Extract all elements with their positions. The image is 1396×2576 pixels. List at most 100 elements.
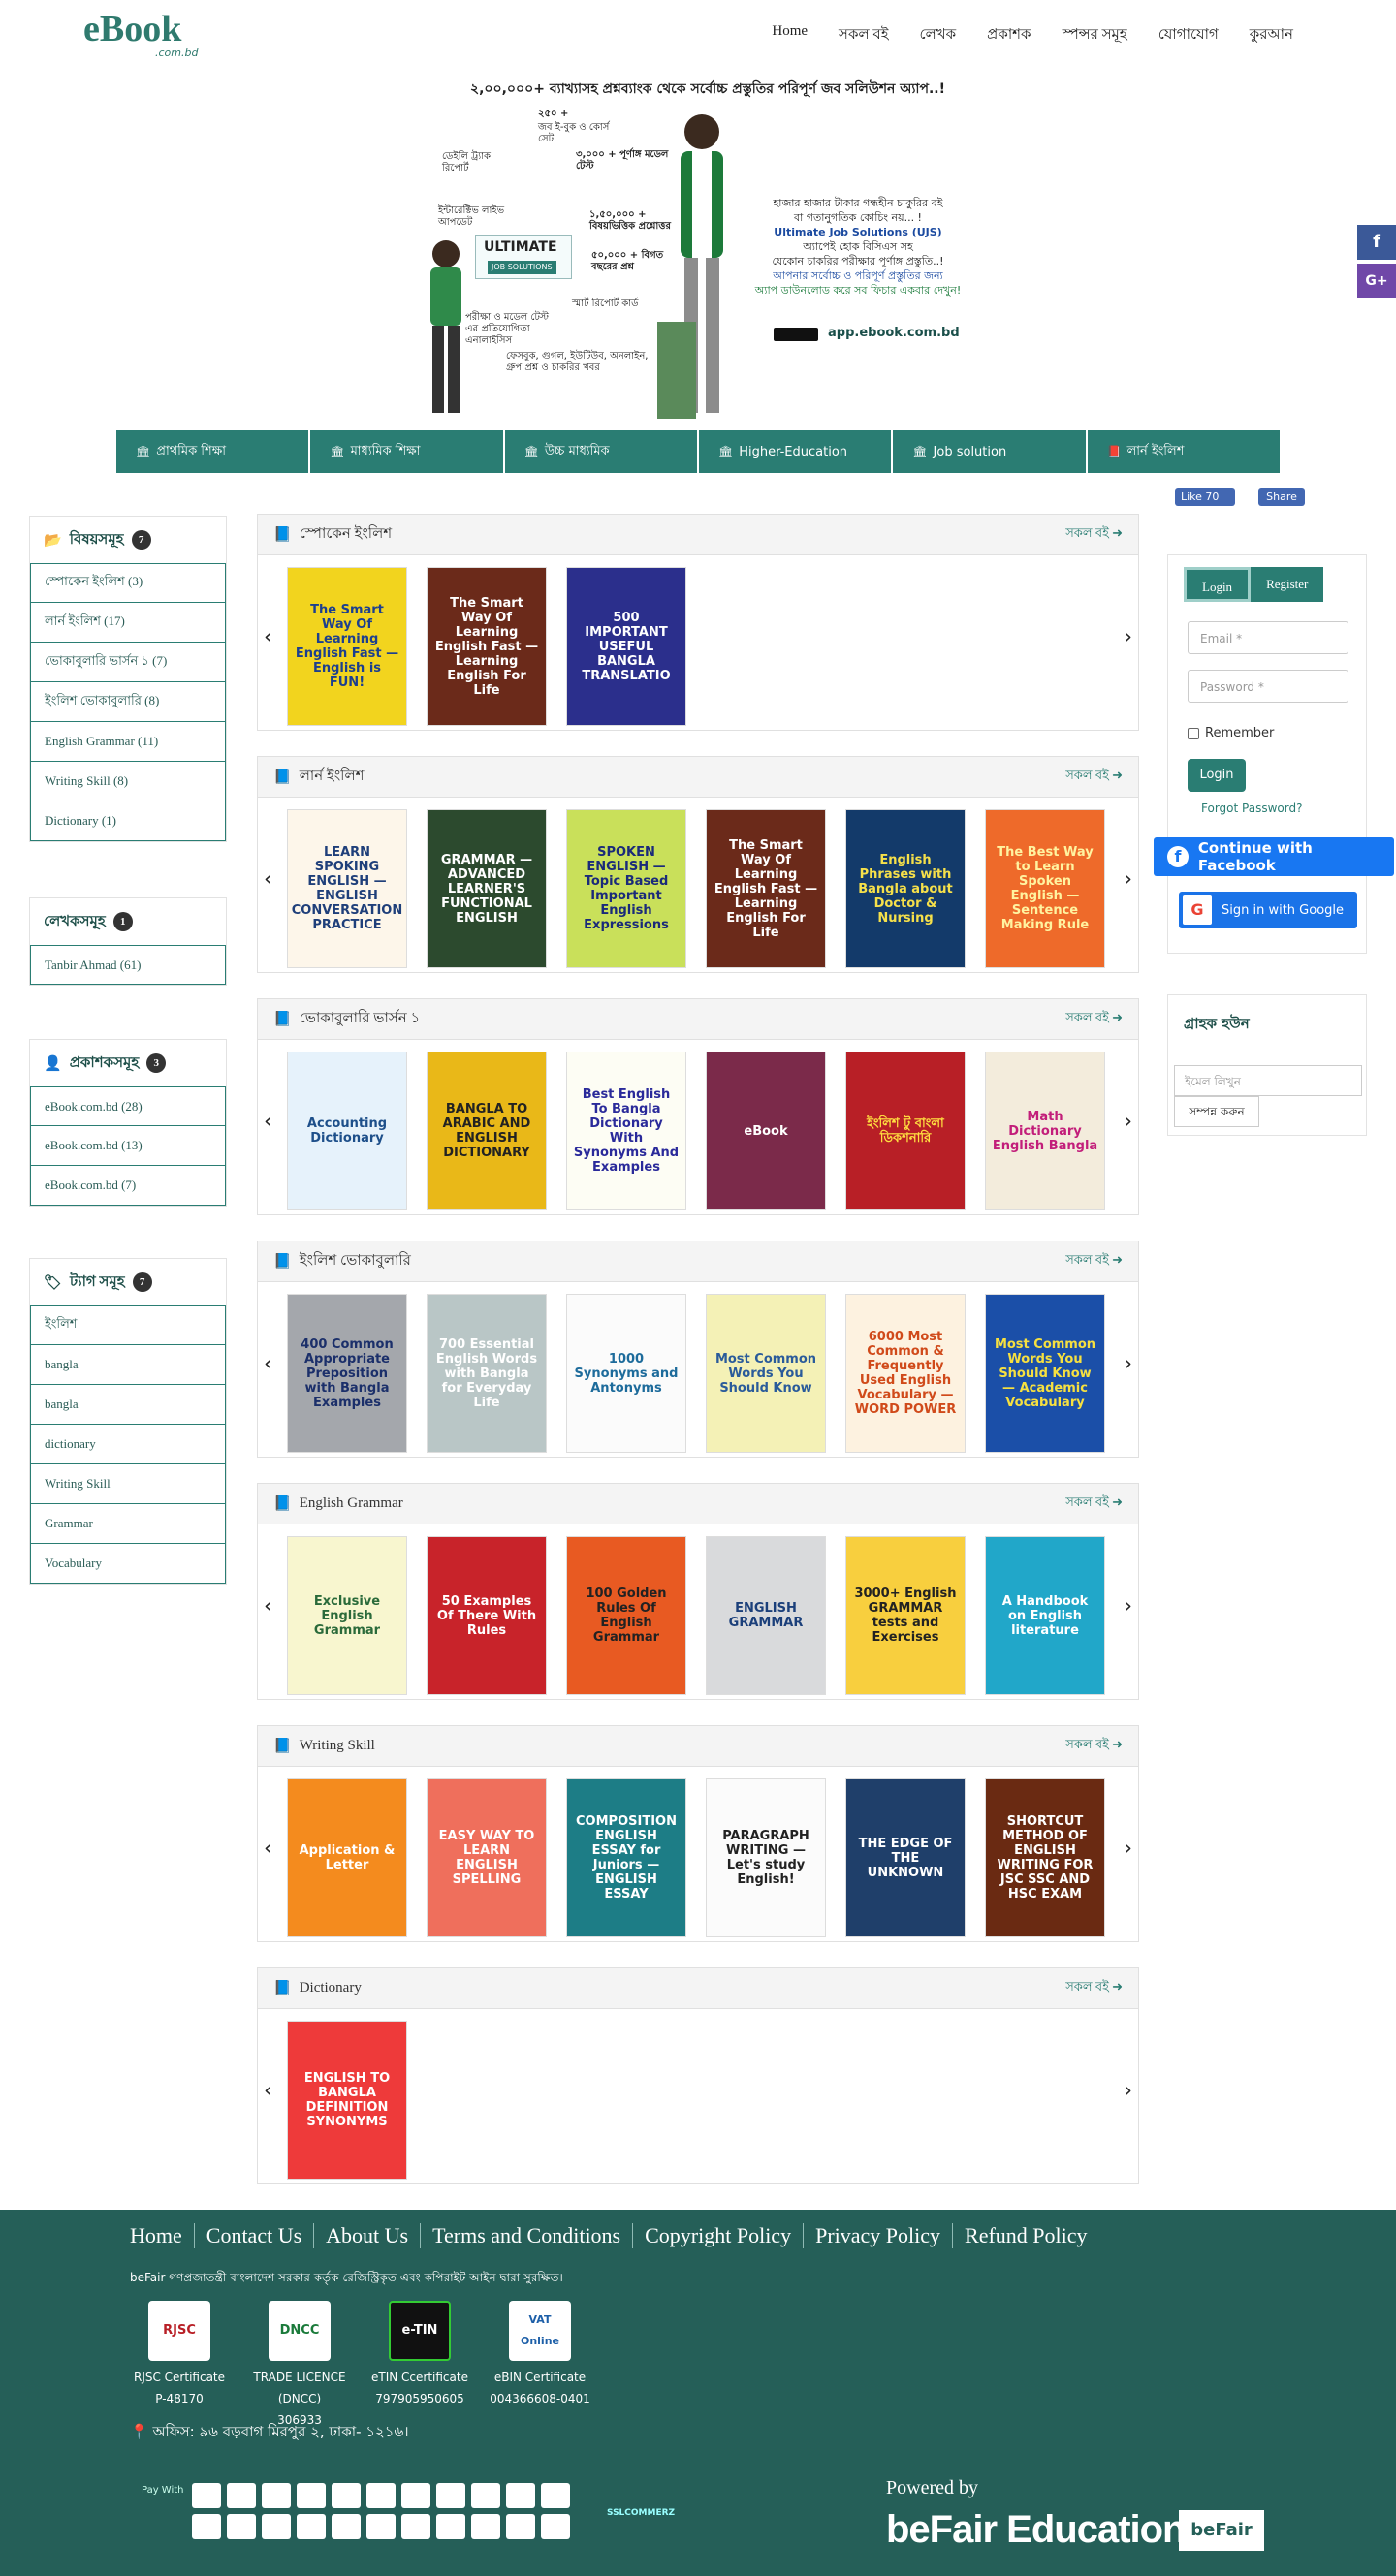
book-cover[interactable]: Math Dictionary English Bangla: [985, 1052, 1105, 1210]
category-learn-english[interactable]: 📕 লার্ন ইংলিশ: [1087, 430, 1280, 473]
tag-item[interactable]: Writing Skill: [30, 1464, 226, 1504]
book-cover[interactable]: SHORTCUT METHOD OF ENGLISH WRITING FOR J…: [985, 1778, 1105, 1937]
book-cover[interactable]: GRAMMAR — ADVANCED LEARNER'S FUNCTIONAL …: [427, 809, 547, 968]
side-googleplus-button[interactable]: G+: [1357, 264, 1396, 298]
book-cover[interactable]: The Best Way to Learn Spoken English — S…: [985, 809, 1105, 968]
category-secondary[interactable]: 🏛 মাধ্যমিক শিক্ষা: [310, 430, 503, 473]
google-signin-button[interactable]: G Sign in with Google: [1179, 892, 1357, 928]
subject-item[interactable]: Dictionary (1): [30, 801, 226, 841]
certificate[interactable]: e-TIN eTIN Ccertificate 797905950605: [366, 2301, 473, 2431]
google-play-badge[interactable]: [774, 328, 818, 341]
view-all-link[interactable]: সকল বই ➜: [1065, 1736, 1123, 1756]
tag-item[interactable]: ইংলিশ: [30, 1305, 226, 1345]
book-cover[interactable]: 1000 Synonyms and Antonyms: [566, 1294, 686, 1453]
footer-link-privacy[interactable]: Privacy Policy: [803, 2223, 952, 2248]
book-cover[interactable]: Application & Letter: [287, 1778, 407, 1937]
book-cover[interactable]: Most Common Words You Should Know: [706, 1294, 826, 1453]
carousel-next-icon[interactable]: ›: [1124, 1110, 1132, 1134]
book-cover[interactable]: English Phrases with Bangla about Doctor…: [845, 809, 966, 968]
footer-link-refund[interactable]: Refund Policy: [952, 2223, 1099, 2248]
carousel-prev-icon[interactable]: ‹: [264, 1352, 272, 1376]
book-cover[interactable]: COMPOSITION ENGLISH ESSAY for Juniors — …: [566, 1778, 686, 1937]
nav-quran[interactable]: কুরআন: [1234, 19, 1309, 51]
site-logo[interactable]: eBook .com.bd: [83, 10, 219, 59]
befair-brand[interactable]: beFair Education: [886, 2508, 1186, 2552]
footer-link-terms[interactable]: Terms and Conditions: [420, 2223, 632, 2248]
facebook-login-button[interactable]: f Continue with Facebook: [1154, 837, 1394, 876]
view-all-link[interactable]: সকল বই ➜: [1065, 1493, 1123, 1514]
subject-item[interactable]: Writing Skill (8): [30, 762, 226, 801]
book-cover[interactable]: 500 IMPORTANT USEFUL BANGLA TRANSLATIO: [566, 567, 686, 726]
facebook-share-button[interactable]: Share: [1258, 488, 1305, 506]
book-cover[interactable]: THE EDGE OF THE UNKNOWN: [845, 1778, 966, 1937]
book-cover[interactable]: The Smart Way Of Learning English Fast —…: [706, 809, 826, 968]
nav-all-books[interactable]: সকল বই: [823, 19, 904, 51]
side-facebook-button[interactable]: f: [1357, 225, 1396, 260]
category-job-solution[interactable]: 🏛 Job solution: [893, 430, 1086, 473]
tag-item[interactable]: Grammar: [30, 1504, 226, 1544]
book-cover[interactable]: Most Common Words You Should Know — Acad…: [985, 1294, 1105, 1453]
book-cover[interactable]: 400 Common Appropriate Preposition with …: [287, 1294, 407, 1453]
tag-item[interactable]: dictionary: [30, 1425, 226, 1464]
book-cover[interactable]: 100 Golden Rules Of English Grammar: [566, 1536, 686, 1695]
book-cover[interactable]: Best English To Bangla Dictionary With S…: [566, 1052, 686, 1210]
carousel-prev-icon[interactable]: ‹: [264, 2079, 272, 2103]
password-field[interactable]: Password *: [1188, 670, 1348, 703]
subscribe-button[interactable]: সম্পন্ন করুন: [1174, 1096, 1259, 1127]
email-field[interactable]: Email *: [1188, 621, 1348, 654]
carousel-next-icon[interactable]: ›: [1124, 2079, 1132, 2103]
footer-link-home[interactable]: Home: [126, 2223, 194, 2248]
carousel-next-icon[interactable]: ›: [1124, 1594, 1132, 1618]
certificate[interactable]: DNCC TRADE LICENCE (DNCC) 306933: [246, 2301, 353, 2431]
book-cover[interactable]: LEARN SPOKING ENGLISH — ENGLISH CONVERSA…: [287, 809, 407, 968]
book-cover[interactable]: Accounting Dictionary: [287, 1052, 407, 1210]
book-cover[interactable]: SPOKEN ENGLISH — Topic Based Important E…: [566, 809, 686, 968]
category-primary[interactable]: 🏛 প্রাথমিক শিক্ষা: [116, 430, 309, 473]
nav-authors[interactable]: লেখক: [904, 19, 972, 51]
nav-publishers[interactable]: প্রকাশক: [971, 19, 1046, 51]
carousel-prev-icon[interactable]: ‹: [264, 1594, 272, 1618]
book-cover[interactable]: 3000+ English GRAMMAR tests and Exercise…: [845, 1536, 966, 1695]
tab-login[interactable]: Login: [1184, 567, 1252, 602]
book-cover[interactable]: 50 Examples Of There With Rules: [427, 1536, 547, 1695]
book-cover[interactable]: 700 Essential English Words with Bangla …: [427, 1294, 547, 1453]
view-all-link[interactable]: সকল বই ➜: [1065, 1251, 1123, 1272]
certificate[interactable]: RJSC RJSC Certificate P-48170: [126, 2301, 233, 2431]
author-item[interactable]: Tanbir Ahmad (61): [30, 945, 226, 985]
checkbox-icon[interactable]: [1188, 727, 1199, 739]
carousel-prev-icon[interactable]: ‹: [264, 625, 272, 649]
subject-item[interactable]: English Grammar (11): [30, 722, 226, 762]
facebook-like-button[interactable]: Like 70: [1175, 488, 1235, 506]
book-cover[interactable]: ENGLISH GRAMMAR: [706, 1536, 826, 1695]
carousel-next-icon[interactable]: ›: [1124, 867, 1132, 892]
footer-link-about[interactable]: About Us: [313, 2223, 420, 2248]
subject-item[interactable]: ভোকাবুলারি ভার্সন ১ (7): [30, 643, 226, 682]
tag-item[interactable]: Vocabulary: [30, 1544, 226, 1584]
remember-checkbox[interactable]: Remember: [1188, 726, 1274, 740]
book-cover[interactable]: The Smart Way Of Learning English Fast —…: [287, 567, 407, 726]
footer-link-contact[interactable]: Contact Us: [193, 2223, 313, 2248]
view-all-link[interactable]: সকল বই ➜: [1065, 524, 1123, 545]
footer-link-copyright[interactable]: Copyright Policy: [632, 2223, 803, 2248]
view-all-link[interactable]: সকল বই ➜: [1065, 1978, 1123, 1998]
tab-register[interactable]: Register: [1251, 567, 1324, 602]
carousel-prev-icon[interactable]: ‹: [264, 867, 272, 892]
carousel-next-icon[interactable]: ›: [1124, 1352, 1132, 1376]
login-button[interactable]: Login: [1188, 759, 1246, 792]
tag-item[interactable]: bangla: [30, 1385, 226, 1425]
view-all-link[interactable]: সকল বই ➜: [1065, 767, 1123, 787]
banner-app-url[interactable]: app.ebook.com.bd: [828, 326, 960, 340]
category-higher-education[interactable]: 🏛 Higher-Education: [698, 430, 892, 473]
carousel-prev-icon[interactable]: ‹: [264, 1110, 272, 1134]
nav-sponsors[interactable]: স্পন্সর সমূহ: [1047, 19, 1143, 51]
category-higher-secondary[interactable]: 🏛 উচ্চ মাধ্যমিক: [504, 430, 697, 473]
forgot-password-link[interactable]: Forgot Password?: [1201, 801, 1302, 815]
subscribe-email-input[interactable]: ইমেল লিখুন: [1174, 1065, 1362, 1096]
book-cover[interactable]: PARAGRAPH WRITING — Let's study English!: [706, 1778, 826, 1937]
nav-home[interactable]: Home: [756, 19, 823, 51]
carousel-next-icon[interactable]: ›: [1124, 1837, 1132, 1861]
book-cover[interactable]: EASY WAY TO LEARN ENGLISH SPELLING: [427, 1778, 547, 1937]
subject-item[interactable]: স্পোকেন ইংলিশ (3): [30, 563, 226, 603]
nav-contact[interactable]: যোগাযোগ: [1143, 19, 1234, 51]
book-cover[interactable]: BANGLA TO ARABIC AND ENGLISH DICTIONARY: [427, 1052, 547, 1210]
